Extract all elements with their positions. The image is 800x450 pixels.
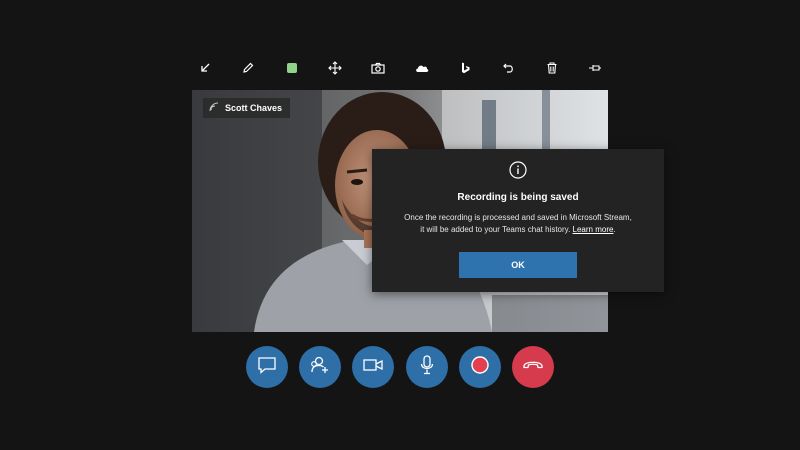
mic-button[interactable] [405, 346, 448, 388]
meeting-window: Scott Chaves Recording is being saved On… [0, 0, 800, 450]
signal-strength-icon [209, 102, 219, 114]
toolbar [192, 56, 608, 80]
video-button[interactable] [352, 346, 395, 388]
ok-button[interactable]: OK [459, 252, 577, 278]
add-people-button[interactable] [299, 346, 342, 388]
dialog-body-line2: it will be added to your Teams chat hist… [380, 224, 656, 236]
pen-icon[interactable] [235, 56, 261, 80]
call-controls [246, 346, 554, 388]
dialog-body: Once the recording is processed and save… [380, 212, 656, 236]
bing-icon[interactable] [452, 56, 478, 80]
undo-icon[interactable] [495, 56, 521, 80]
hang-up-icon [522, 358, 544, 377]
dialog-body-period: . [613, 225, 616, 234]
color-swatch-icon[interactable] [279, 56, 305, 80]
participant-name: Scott Chaves [225, 103, 283, 113]
info-icon [509, 161, 527, 179]
camera-icon[interactable] [365, 56, 391, 80]
pin-icon[interactable] [582, 56, 608, 80]
record-icon [470, 355, 490, 380]
chat-icon [257, 356, 277, 379]
recording-saved-dialog: Recording is being saved Once the record… [372, 149, 664, 292]
trash-icon[interactable] [539, 56, 565, 80]
microphone-icon [419, 354, 435, 381]
chat-button[interactable] [246, 346, 288, 388]
participant-name-tag: Scott Chaves [203, 98, 291, 118]
cloud-icon[interactable] [409, 56, 435, 80]
add-person-icon [309, 355, 331, 380]
video-camera-icon [362, 357, 384, 378]
move-icon[interactable] [322, 56, 348, 80]
dialog-body-line1: Once the recording is processed and save… [404, 213, 632, 222]
minimize-arrow-icon[interactable] [192, 56, 218, 80]
hang-up-button[interactable] [511, 346, 554, 388]
dialog-title: Recording is being saved [457, 192, 579, 203]
dialog-body-text: it will be added to your Teams chat hist… [420, 225, 573, 234]
record-button[interactable] [458, 346, 501, 388]
learn-more-link[interactable]: Learn more [573, 225, 614, 234]
